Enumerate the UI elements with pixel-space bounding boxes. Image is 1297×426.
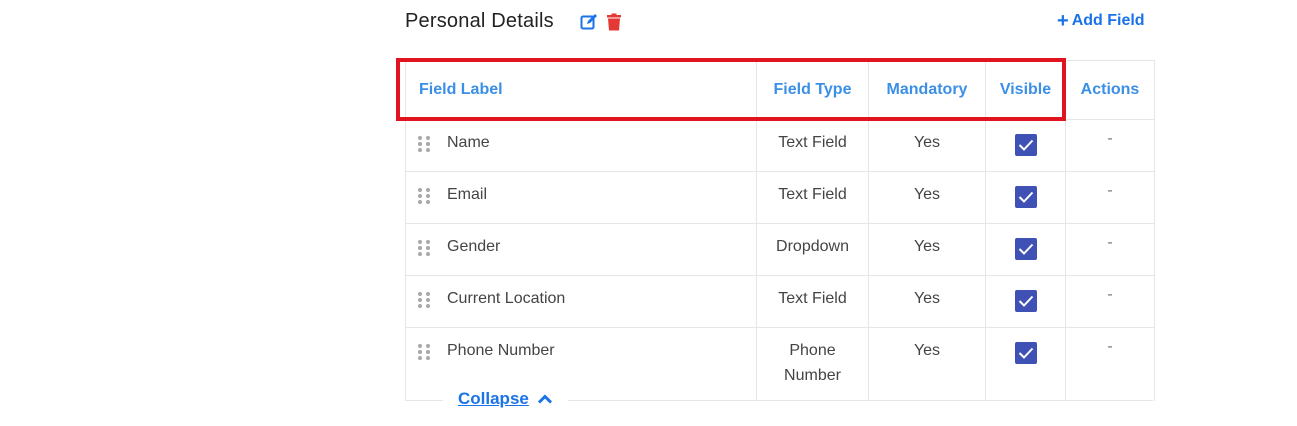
field-type: Text Field (757, 172, 869, 223)
trash-icon[interactable] (605, 13, 623, 31)
edit-icon[interactable] (580, 13, 598, 31)
header-field-type: Field Type (757, 61, 869, 119)
plus-icon: + (1057, 10, 1069, 32)
table-row: Gender Dropdown Yes - (406, 224, 1154, 276)
field-type: Text Field (757, 276, 869, 327)
field-type: Text Field (757, 120, 869, 171)
section-title: Personal Details (405, 10, 554, 32)
field-type: Phone Number (757, 328, 869, 401)
drag-handle-icon[interactable] (418, 136, 430, 152)
checkmark-icon (1018, 191, 1033, 203)
visible-checkbox[interactable] (1014, 342, 1037, 364)
visible-checkbox[interactable] (1014, 186, 1037, 208)
drag-handle-icon[interactable] (418, 344, 430, 360)
drag-handle-icon[interactable] (418, 292, 430, 308)
field-label: Gender (447, 238, 501, 255)
field-type: Dropdown (757, 224, 869, 275)
table-row: Email Text Field Yes - (406, 172, 1154, 224)
header-field-label: Field Label (406, 61, 757, 119)
field-label: Name (447, 134, 490, 151)
field-mandatory: Yes (869, 328, 986, 401)
checkmark-icon (1018, 139, 1033, 151)
fields-table: Field Label Field Type Mandatory Visible… (405, 60, 1155, 401)
field-label: Phone Number (447, 342, 555, 359)
field-mandatory: Yes (869, 224, 986, 275)
table-header-row: Field Label Field Type Mandatory Visible… (406, 61, 1154, 120)
collapse-button[interactable]: Collapse (443, 389, 568, 409)
add-field-label: Add Field (1071, 12, 1145, 29)
field-mandatory: Yes (869, 276, 986, 327)
field-label: Email (447, 186, 488, 203)
visible-checkbox[interactable] (1014, 290, 1037, 312)
field-label: Current Location (447, 290, 566, 307)
add-field-button[interactable]: + Add Field (1057, 10, 1145, 32)
visible-checkbox[interactable] (1014, 134, 1037, 156)
drag-handle-icon[interactable] (418, 240, 430, 256)
field-actions: - (1107, 234, 1113, 251)
header-actions: Actions (1080, 81, 1140, 98)
visible-checkbox[interactable] (1014, 238, 1037, 260)
field-actions: - (1107, 338, 1113, 355)
field-mandatory: Yes (869, 172, 986, 223)
table-row: Current Location Text Field Yes - (406, 276, 1154, 328)
header-mandatory: Mandatory (869, 61, 986, 119)
checkmark-icon (1018, 347, 1033, 359)
checkmark-icon (1018, 295, 1033, 307)
field-actions: - (1107, 182, 1113, 199)
checkmark-icon (1018, 243, 1033, 255)
chevron-up-icon (537, 394, 552, 404)
field-mandatory: Yes (869, 120, 986, 171)
collapse-label: Collapse (458, 389, 529, 408)
table-row: Name Text Field Yes - (406, 120, 1154, 172)
drag-handle-icon[interactable] (418, 188, 430, 204)
field-actions: - (1107, 286, 1113, 303)
field-actions: - (1107, 130, 1113, 147)
header-visible: Visible (986, 61, 1066, 119)
